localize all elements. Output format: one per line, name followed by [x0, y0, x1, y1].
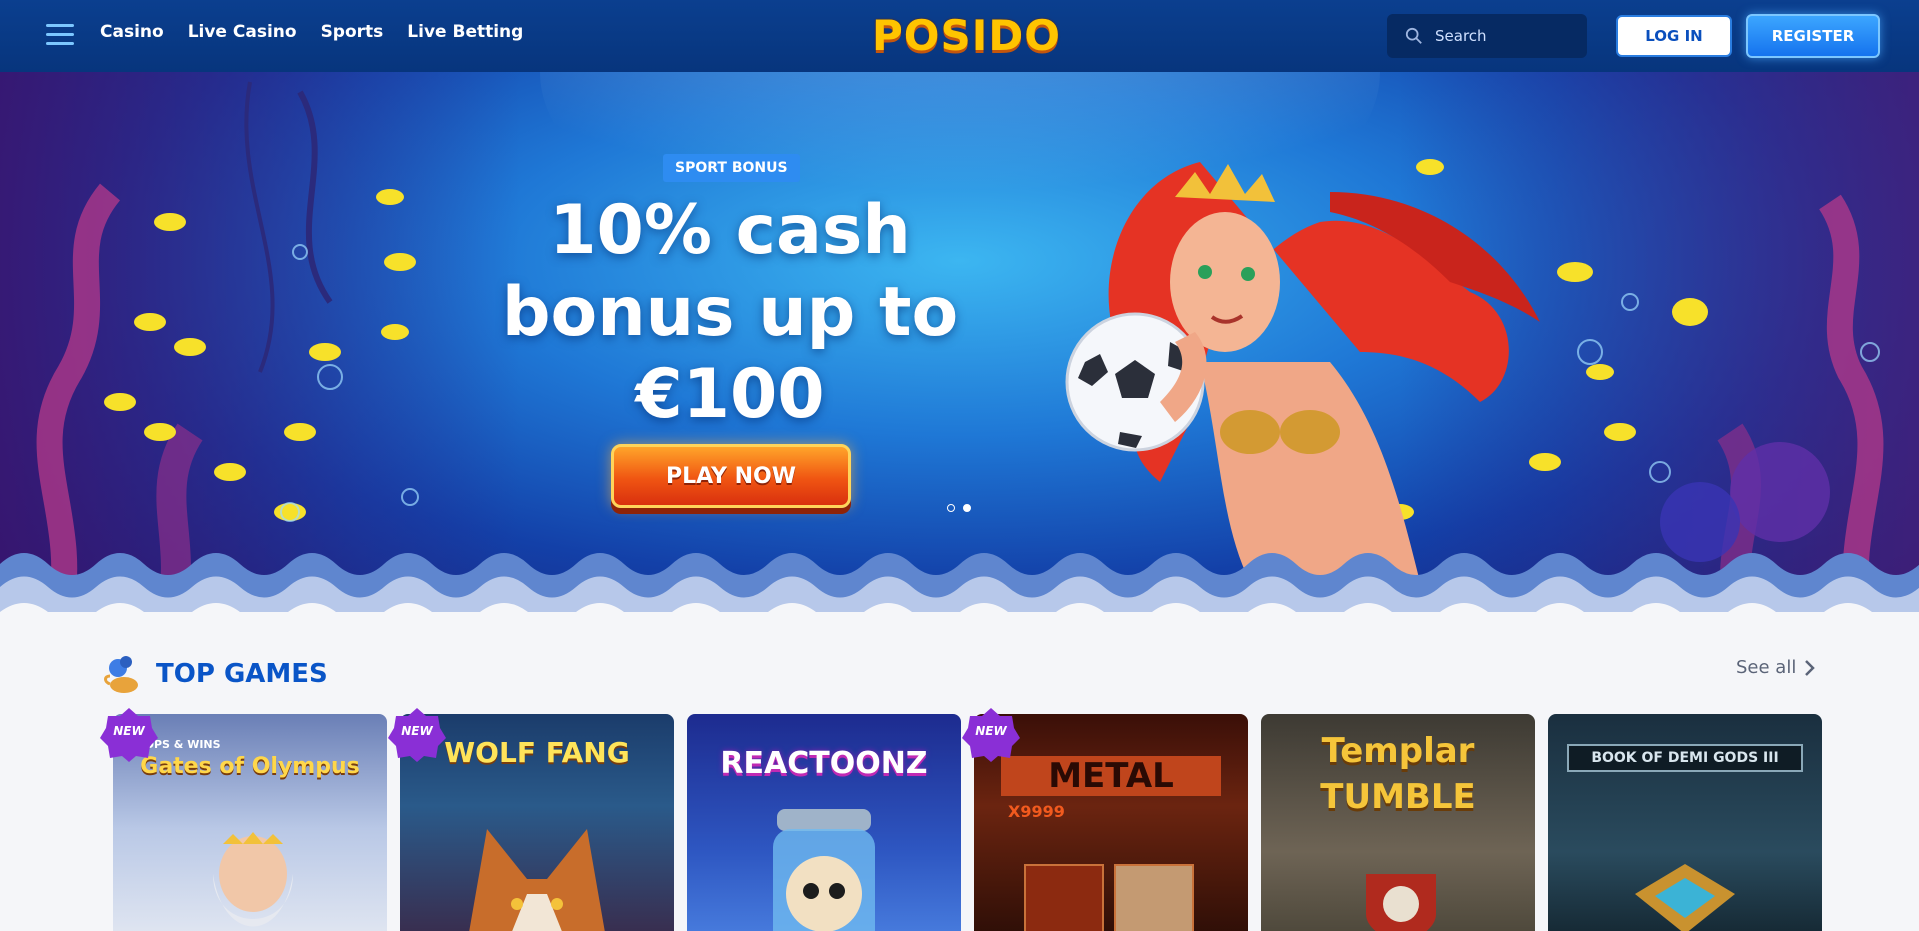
- nav-live-casino[interactable]: Live Casino: [188, 22, 297, 42]
- see-all-link[interactable]: See all: [1736, 657, 1816, 678]
- headline-line-3: €100: [635, 355, 825, 434]
- top-games-heading: TOP GAMES: [102, 652, 328, 696]
- new-badge-game-2: NEW: [388, 706, 446, 762]
- top-header: Casino Live Casino Sports Live Betting P…: [0, 0, 1919, 72]
- search-box[interactable]: [1387, 14, 1587, 58]
- headline-line-1: 10% cash: [549, 191, 911, 270]
- slide-dot-1[interactable]: [947, 504, 955, 512]
- posido-logo[interactable]: POSIDO: [872, 12, 1060, 60]
- game-title: METAL: [1001, 756, 1221, 796]
- slider-dots: [947, 504, 971, 512]
- new-badge-game-1: NEW: [100, 706, 158, 762]
- game-title: Templar TUMBLE: [1320, 731, 1476, 817]
- new-badge-label: NEW: [113, 724, 145, 738]
- reactoonz-jar: [773, 809, 875, 931]
- hero-banner: SPORT BONUS 10% cash bonus up to €100 PL…: [0, 72, 1919, 612]
- wave-divider: [0, 553, 1919, 612]
- new-badge-label: NEW: [975, 724, 1007, 738]
- golden-book: [1635, 864, 1735, 931]
- slide-dot-2[interactable]: [963, 504, 971, 512]
- main-nav: Casino Live Casino Sports Live Betting: [100, 22, 523, 42]
- sport-bonus-badge: SPORT BONUS: [663, 154, 800, 182]
- see-all-label: See all: [1736, 657, 1797, 678]
- headline-line-2: bonus up to: [501, 273, 959, 352]
- hero-headline: 10% cash bonus up to €100: [470, 190, 990, 436]
- game-title: REACTOONZ: [720, 746, 928, 781]
- new-badge-game-4: NEW: [962, 706, 1020, 762]
- lion-shield: [1366, 874, 1436, 931]
- game-card-book-of-demi-gods-iii[interactable]: BOOK OF DEMI GODS III: [1548, 714, 1822, 931]
- menu-icon[interactable]: [46, 24, 74, 46]
- login-button[interactable]: LOG IN: [1616, 15, 1732, 57]
- game-extra-label: X9999: [1008, 802, 1065, 821]
- wolf-figure: [469, 829, 605, 931]
- game-title: BOOK OF DEMI GODS III: [1567, 744, 1803, 772]
- register-button[interactable]: REGISTER: [1746, 14, 1880, 58]
- new-badge-label: NEW: [401, 724, 433, 738]
- game-card-templar-tumble[interactable]: Templar TUMBLE: [1261, 714, 1535, 931]
- metal-reel-2: [1114, 864, 1194, 931]
- nav-casino[interactable]: Casino: [100, 22, 164, 42]
- search-icon: [1405, 27, 1422, 44]
- play-now-button[interactable]: PLAY NOW: [611, 444, 851, 508]
- game-card-reactoonz[interactable]: REACTOONZ: [687, 714, 961, 931]
- chevron-right-icon: [1805, 659, 1816, 676]
- search-input[interactable]: [1435, 27, 1575, 45]
- nav-sports[interactable]: Sports: [321, 22, 384, 42]
- top-games-title: TOP GAMES: [156, 659, 328, 689]
- mermaid-illustration: [1065, 162, 1540, 582]
- genie-lamp-icon: [104, 656, 138, 693]
- nav-live-betting[interactable]: Live Betting: [407, 22, 523, 42]
- zeus-figure: [213, 832, 293, 927]
- metal-reel-1: [1024, 864, 1104, 931]
